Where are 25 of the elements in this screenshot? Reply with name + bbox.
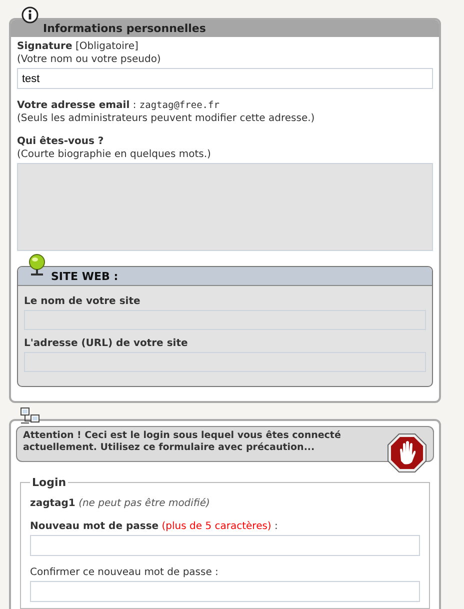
section-title: SITE WEB : bbox=[51, 270, 118, 283]
biography-field[interactable] bbox=[17, 163, 433, 251]
stop-hand-icon bbox=[387, 433, 427, 473]
username-note: (ne peut pas être modifié) bbox=[78, 498, 210, 509]
field-hint: (Votre nom ou votre pseudo) bbox=[17, 53, 162, 66]
field-label: Le nom de votre site bbox=[24, 295, 142, 308]
globe-icon bbox=[28, 254, 46, 278]
field-label: Nouveau mot de passe bbox=[30, 521, 159, 532]
field-hint: (Seuls les administrateurs peuvent modifier cette adresse.) bbox=[17, 112, 316, 125]
field-label: Votre adresse email : bbox=[17, 100, 136, 111]
label-colon: : bbox=[274, 521, 278, 532]
confirm-password-field[interactable] bbox=[30, 581, 420, 602]
field-label: Signature [Obligatoire] bbox=[17, 40, 140, 53]
field-label: Qui êtes-vous ? bbox=[17, 135, 105, 148]
email-address: zagtag@free.fr bbox=[139, 100, 220, 111]
field-label: Confirmer ce nouveau mot de passe : bbox=[30, 566, 220, 579]
panel-title: Informations personnelles bbox=[43, 22, 206, 35]
warning-text: Attention ! Ceci est le login sous lequel vous êtes connecté actuellement. Utilisez ce formulaire avec précaution... bbox=[23, 430, 342, 454]
username: zagtag1 bbox=[30, 498, 76, 509]
group-legend: Login bbox=[30, 476, 68, 489]
password-requirement: (plus de 5 caractères) bbox=[162, 521, 272, 532]
field-hint: (Courte biographie en quelques mots.) bbox=[17, 148, 212, 161]
signature-field[interactable]: test bbox=[17, 68, 433, 89]
new-password-field[interactable] bbox=[30, 535, 420, 556]
field-label: L'adresse (URL) de votre site bbox=[24, 337, 189, 350]
